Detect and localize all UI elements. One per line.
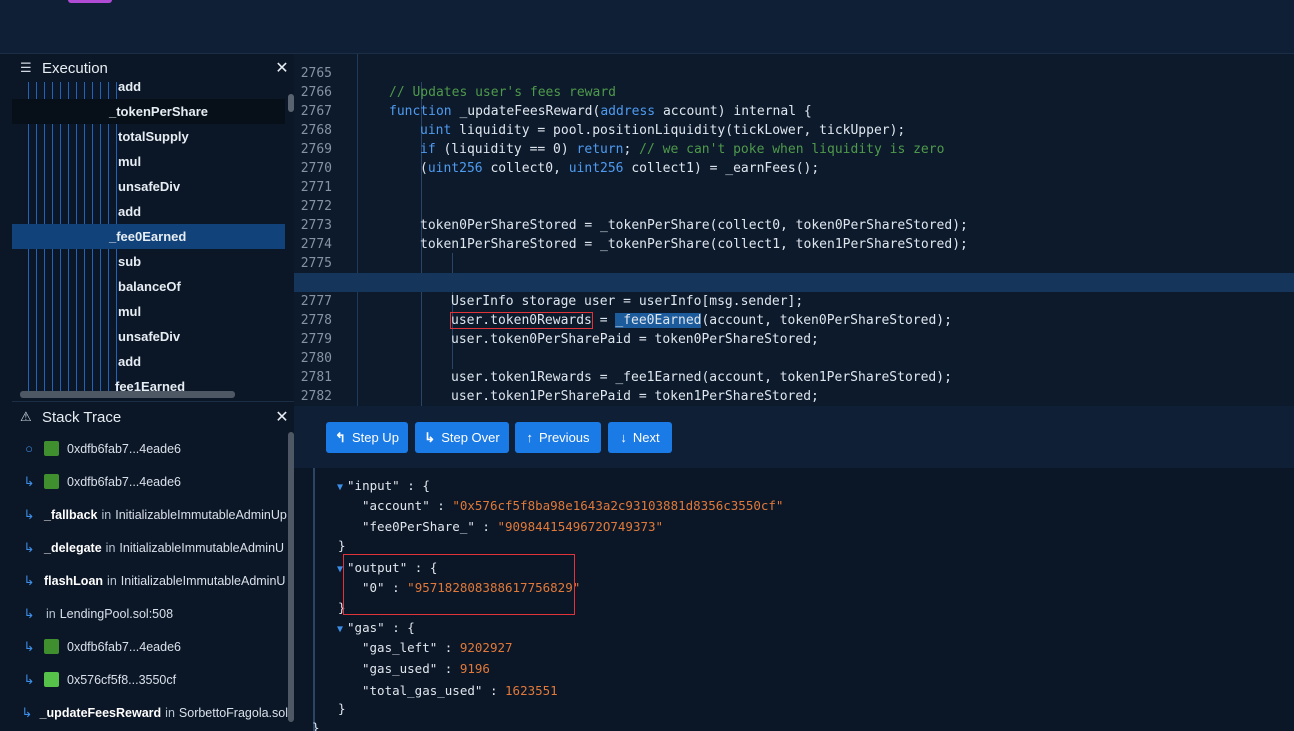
stack-frame[interactable]: ↳ in LendingPool.sol:508 [12, 597, 288, 630]
address-avatar [44, 474, 59, 489]
execution-header: ☰ Execution ✕ [12, 54, 294, 82]
stack-frame[interactable]: ↳ _updateFeesReward in SorbettoFragola.s… [12, 696, 288, 729]
stack-frame[interactable]: ○ 0xdfb6fab7...4eade6 [12, 432, 288, 465]
collapse-triangle-icon[interactable]: ▼ [337, 482, 343, 493]
next-button[interactable]: ↓ Next [608, 422, 672, 453]
address-avatar [44, 672, 59, 687]
code-line: 2766 function _updateFeesReward(address … [300, 85, 812, 119]
json-entry: "total_gas_used" : 1623551 [362, 683, 558, 698]
code-line: 2769 (uint256 collect0, uint256 collect1… [300, 142, 820, 176]
stack-trace-title: Stack Trace [42, 408, 122, 426]
code-line: 2768 if (liquidity == 0) return; // we c… [300, 123, 945, 157]
arrow-down-icon: ↓ [620, 430, 627, 445]
horizontal-scrollbar[interactable] [20, 391, 235, 398]
list-item[interactable]: unsafeDiv [12, 324, 285, 349]
json-close-brace: } [312, 720, 320, 731]
code-line: 2774 [300, 237, 332, 252]
tree-guide [313, 468, 315, 731]
close-icon[interactable]: ✕ [270, 58, 294, 78]
code-line: 2782 } [300, 389, 332, 404]
stack-frame[interactable]: ↳ flashLoan in InitializableImmutableAdm… [12, 564, 288, 597]
code-line: 2767 uint liquidity = pool.positionLiqui… [300, 104, 906, 138]
execution-list: add _tokenPerShare totalSupply mul unsaf… [12, 82, 285, 398]
circle-icon: ○ [25, 441, 33, 456]
code-line: 2776 UserInfo storage user = userInfo[ms… [301, 275, 804, 309]
return-arrow-icon: ↳ [23, 671, 35, 687]
return-arrow-icon: ↳ [23, 605, 35, 621]
return-arrow-icon: ↳ [23, 638, 35, 654]
json-entry: "gas_used" : 9196 [362, 661, 490, 676]
step-up-button[interactable]: ↰ Step Up [326, 422, 408, 453]
address-avatar [44, 441, 59, 456]
code-line: 2765 // Updates user's fees reward [300, 66, 616, 100]
stack-frame[interactable]: ↳ 0xdfb6fab7...4eade6 [12, 630, 288, 663]
code-line: 2779 [300, 332, 332, 347]
list-icon: ☰ [20, 60, 32, 75]
step-over-button[interactable]: ↳ Step Over [415, 422, 509, 453]
stack-trace-header: ⚠ Stack Trace ✕ [12, 403, 294, 431]
code-line: 2781 user.token1PerSharePaid = token1Per… [300, 370, 819, 404]
list-item[interactable]: mul [12, 149, 285, 174]
return-arrow-icon: ↳ [21, 704, 33, 720]
json-node-input[interactable]: ▼ "input" : { [337, 476, 430, 496]
code-line: 2772 token0PerShareStored = _tokenPerSha… [300, 199, 968, 233]
code-line: 2780 user.token1Rewards = _fee1Earned(ac… [300, 351, 952, 385]
stack-frame[interactable]: ↳ 0xdfb6fab7...4eade6 [12, 465, 288, 498]
collapse-triangle-icon[interactable]: ▼ [337, 624, 343, 635]
json-close-brace: } [338, 701, 346, 716]
json-viewer: ▼ "input" : { "account" : "0x576cf5f8ba98… [294, 468, 1294, 731]
list-item[interactable]: unsafeDiv [12, 174, 285, 199]
stack-frame[interactable]: ↳ 0x576cf5f8...3550cf [12, 663, 288, 696]
code-line: 2783 } [294, 387, 1294, 406]
code-line: 2770 [300, 161, 332, 176]
code-line: 2775 if (account != address(0)) { [294, 235, 1294, 290]
warning-icon: ⚠ [20, 409, 32, 424]
list-item[interactable]: add [12, 82, 285, 99]
code-line: 2771 [300, 180, 332, 195]
code-line: 2778 user.token0PerSharePaid = token0Per… [300, 313, 819, 347]
list-item[interactable]: sub [12, 249, 285, 274]
list-item[interactable]: add [12, 199, 285, 224]
list-item[interactable]: _tokenPerShare [12, 99, 285, 124]
output-highlight-box [343, 554, 575, 615]
execution-panel: ☰ Execution ✕ add _tokenPerShare totalSu… [12, 54, 294, 400]
stack-trace-panel: ⚠ Stack Trace ✕ ○ 0xdfb6fab7...4eade6 ↳ … [12, 401, 294, 731]
return-arrow-icon: ↳ [23, 473, 35, 489]
list-item-selected[interactable]: _fee0Earned [12, 224, 285, 249]
stack-frame[interactable]: ↳ _fallback in InitializableImmutableAdm… [12, 498, 288, 531]
json-node-gas[interactable]: ▼ "gas" : { [337, 618, 415, 638]
return-arrow-icon: ↳ [23, 572, 35, 588]
json-close-brace: } [338, 538, 346, 553]
list-item[interactable]: add [12, 349, 285, 374]
stack-trace-list: ○ 0xdfb6fab7...4eade6 ↳ 0xdfb6fab7...4ea… [12, 432, 288, 731]
stack-frame[interactable]: ↳ _delegate in InitializableImmutableAdm… [12, 531, 288, 564]
list-item[interactable]: balanceOf [12, 274, 285, 299]
json-entry: "gas_left" : 9202927 [362, 640, 513, 655]
app-logo[interactable] [68, 0, 112, 3]
current-code-line: 2777 user.token0Rewards = _fee0Earned(ac… [294, 273, 1294, 329]
previous-button[interactable]: ↑ Previous [515, 422, 601, 453]
return-arrow-icon: ↳ [23, 506, 35, 522]
code-line: 2773 token1PerShareStored = _tokenPerSha… [300, 218, 968, 252]
list-item[interactable]: totalSupply [12, 124, 285, 149]
code-editor[interactable]: 2765 // Updates user's fees reward 2766 … [294, 54, 1294, 406]
top-bar [0, 0, 1294, 54]
close-icon[interactable]: ✕ [270, 407, 294, 427]
json-entry: "fee0PerShare_" : "9098441549672O749373" [362, 519, 664, 534]
list-item[interactable]: mul [12, 299, 285, 324]
arrow-up-icon: ↑ [526, 430, 533, 445]
json-entry: "account" : "0x576cf5f8ba98e1643a2c93103… [362, 498, 784, 513]
address-avatar [44, 639, 59, 654]
execution-title: Execution [42, 59, 108, 77]
debug-toolbar: ↰ Step Up ↳ Step Over ↑ Previous ↓ Next [294, 406, 1294, 468]
step-up-icon: ↰ [335, 429, 346, 445]
return-arrow-icon: ↳ [23, 539, 35, 555]
step-over-icon: ↳ [424, 429, 436, 445]
